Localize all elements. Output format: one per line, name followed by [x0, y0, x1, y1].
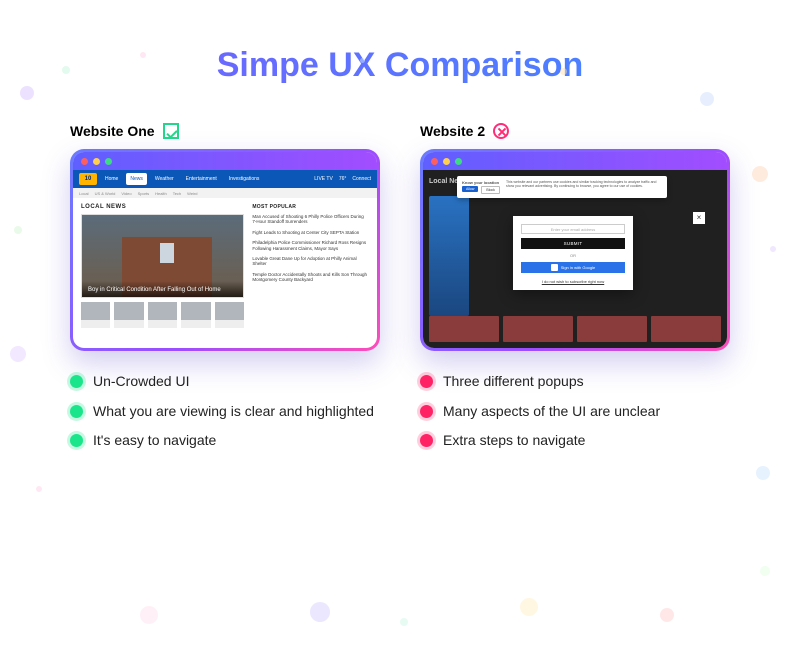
story-thumb [81, 302, 110, 328]
traffic-light-minimize-icon [93, 158, 100, 165]
nav-item-active: News [126, 173, 147, 185]
subnav-item: Local [79, 191, 89, 196]
point-text: Three different popups [443, 373, 584, 391]
point-text: Un-Crowded UI [93, 373, 189, 391]
heading-website-one: Website One [70, 123, 155, 139]
google-signin-button: Sign in with Google [521, 262, 625, 273]
bullet-good-icon [70, 434, 83, 447]
point-text: Extra steps to navigate [443, 432, 585, 450]
bullet-bad-icon [420, 434, 433, 447]
subnav-item: Sports [138, 191, 150, 196]
traffic-light-zoom-icon [455, 158, 462, 165]
page-title: Simpe UX Comparison [0, 46, 800, 85]
cookie-text: This website and our partners use cookie… [506, 180, 662, 194]
screenshot-website-one: 10 Home News Weather Entertainment Inves… [73, 170, 377, 348]
story-thumb [215, 302, 244, 328]
skip-link: I do not wish to subscribe right now [542, 279, 604, 284]
heading-website-two: Website 2 [420, 123, 485, 139]
ad-sidebar [429, 196, 469, 316]
bullet-bad-icon [420, 405, 433, 418]
pro-point: Un-Crowded UI [70, 373, 380, 391]
cookie-allow-button: Allow [462, 186, 478, 192]
popup-close-icon: × [693, 212, 705, 224]
email-field: Enter your email address [521, 224, 625, 234]
connect-label: Connect [352, 176, 371, 182]
con-point: Extra steps to navigate [420, 432, 730, 450]
point-text: What you are viewing is clear and highli… [93, 403, 374, 421]
con-point: Three different popups [420, 373, 730, 391]
bullet-good-icon [70, 405, 83, 418]
column-website-one: Website One 10 Home News Weather Enterta… [70, 123, 380, 462]
cookie-block-button: Block [481, 186, 500, 194]
subnav-item: Health [155, 191, 167, 196]
cookie-prompt: Know your location [462, 180, 500, 185]
subnav-item: Weird [187, 191, 197, 196]
popular-item: Philadelphia Police Commissioner Richard… [252, 240, 369, 251]
point-text: Many aspects of the UI are unclear [443, 403, 660, 421]
pro-point: What you are viewing is clear and highli… [70, 403, 380, 421]
bullet-bad-icon [420, 375, 433, 388]
live-tv-label: LIVE TV [314, 176, 333, 182]
pro-point: It's easy to navigate [70, 432, 380, 450]
subnav-item: Video [121, 191, 131, 196]
subnav-item: US & World [95, 191, 116, 196]
nav-item: Home [101, 173, 122, 185]
nav-item: Weather [151, 173, 178, 185]
sidebar-heading: MOST POPULAR [252, 204, 369, 210]
divider-or: OR [570, 253, 576, 258]
traffic-light-zoom-icon [105, 158, 112, 165]
con-point: Many aspects of the UI are unclear [420, 403, 730, 421]
hero-image: Boy in Critical Condition After Falling … [81, 214, 244, 298]
story-thumb [181, 302, 210, 328]
traffic-light-close-icon [431, 158, 438, 165]
popular-item: Man Accused of Shooting 6 Philly Police … [252, 214, 369, 225]
story-thumb [114, 302, 143, 328]
site-logo: 10 [79, 173, 97, 185]
weather-temp: 76° [339, 176, 347, 182]
traffic-light-close-icon [81, 158, 88, 165]
submit-button: SUBMIT [521, 238, 625, 249]
popular-item: Temple Doctor Accidentally Shoots and Ki… [252, 272, 369, 283]
popular-item: Lovable Great Dane Up for Adoption at Ph… [252, 256, 369, 267]
traffic-light-minimize-icon [443, 158, 450, 165]
column-website-two: Website 2 Local News Know your loca [420, 123, 730, 462]
browser-frame-two: Local News Know your location Allow Bloc… [420, 149, 730, 351]
newsletter-popup: Enter your email address SUBMIT OR Sign … [513, 216, 633, 290]
nav-item: Entertainment [182, 173, 221, 185]
popular-item: Fight Leads to Shooting at Center City S… [252, 230, 369, 235]
cookie-banner-popup: Know your location Allow Block This webs… [457, 176, 667, 198]
cross-icon [493, 123, 509, 139]
hero-caption: Boy in Critical Condition After Falling … [82, 281, 243, 297]
nav-item: Investigations [225, 173, 264, 185]
screenshot-website-two: Local News Know your location Allow Bloc… [423, 170, 727, 348]
point-text: It's easy to navigate [93, 432, 216, 450]
bullet-good-icon [70, 375, 83, 388]
browser-frame-one: 10 Home News Weather Entertainment Inves… [70, 149, 380, 351]
subnav-item: Tech [173, 191, 181, 196]
story-thumb [148, 302, 177, 328]
window-titlebar [73, 152, 377, 170]
window-titlebar [423, 152, 727, 170]
section-heading: LOCAL NEWS [81, 204, 244, 210]
checkmark-icon [163, 123, 179, 139]
